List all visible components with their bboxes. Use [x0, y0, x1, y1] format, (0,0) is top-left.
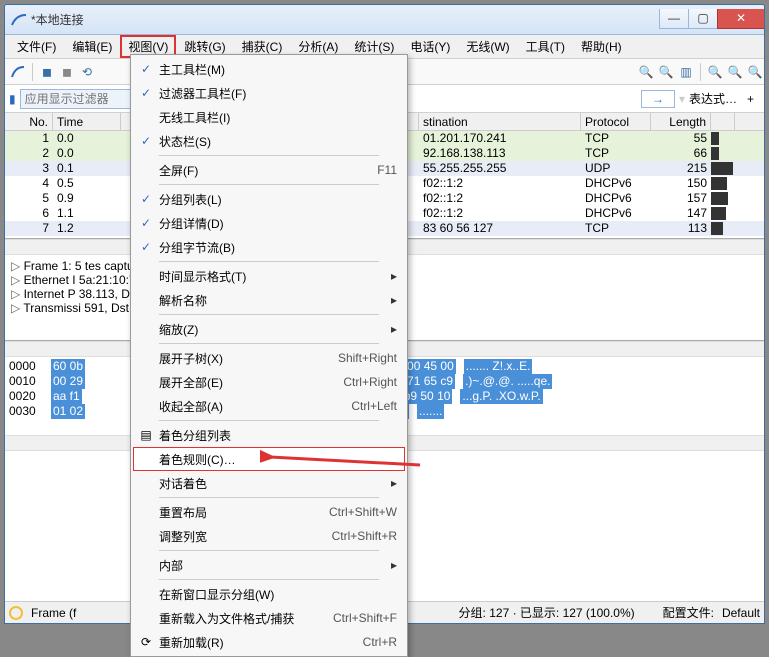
menu-telephony[interactable]: 电话(Y): [402, 35, 458, 58]
menu-zoom[interactable]: 缩放(Z)▸: [133, 317, 405, 341]
menu-main-toolbar[interactable]: ✓主工具栏(M): [133, 57, 405, 81]
capture-icon[interactable]: ◼: [38, 63, 56, 81]
columns-icon[interactable]: ▥: [677, 63, 695, 81]
stop-icon[interactable]: ◼: [58, 63, 76, 81]
col-time[interactable]: Time: [53, 113, 121, 130]
menu-expand-subtree[interactable]: 展开子树(X)Shift+Right: [133, 346, 405, 370]
menu-file[interactable]: 文件(F): [9, 35, 64, 58]
restart-icon[interactable]: ⟲: [78, 63, 96, 81]
menu-colorize-convo[interactable]: 对话着色▸: [133, 471, 405, 495]
menu-reload[interactable]: ⟳重新加载(R)Ctrl+R: [133, 630, 405, 654]
menu-fullscreen[interactable]: 全屏(F)F11: [133, 158, 405, 182]
menu-statusbar[interactable]: ✓状态栏(S): [133, 129, 405, 153]
apply-icon[interactable]: →: [641, 90, 675, 108]
menu-colorize-list[interactable]: ▤着色分组列表: [133, 423, 405, 447]
col-length[interactable]: Length: [651, 113, 711, 130]
menu-packet-bytes[interactable]: ✓分组字节流(B): [133, 235, 405, 259]
status-packets: 分组: 127 · 已显示: 127 (100.0%): [459, 604, 635, 621]
menu-edit[interactable]: 编辑(E): [64, 35, 120, 58]
col-proto[interactable]: Protocol: [581, 113, 651, 130]
menu-resolve[interactable]: 解析名称▸: [133, 288, 405, 312]
menu-time-format[interactable]: 时间显示格式(T)▸: [133, 264, 405, 288]
menu-packet-list[interactable]: ✓分组列表(L): [133, 187, 405, 211]
col-no[interactable]: No.: [5, 113, 53, 130]
menu-collapse-all[interactable]: 收起全部(A)Ctrl+Left: [133, 394, 405, 418]
minimize-button[interactable]: —: [659, 9, 689, 29]
maximize-button[interactable]: ▢: [688, 9, 718, 29]
profile-name[interactable]: Default: [722, 606, 760, 620]
view-menu-dropdown: ✓主工具栏(M) ✓过滤器工具栏(F) 无线工具栏(I) ✓状态栏(S) 全屏(…: [130, 54, 408, 657]
profile-label: 配置文件:: [663, 604, 714, 621]
menu-resize-cols[interactable]: 调整列宽Ctrl+Shift+R: [133, 524, 405, 548]
bookmark-icon[interactable]: ▮: [9, 92, 16, 106]
menu-reset-layout[interactable]: 重置布局Ctrl+Shift+W: [133, 500, 405, 524]
colorize-icon: ▤: [133, 428, 159, 442]
fin-icon[interactable]: [9, 63, 27, 81]
expert-icon[interactable]: [9, 606, 23, 620]
menu-tools[interactable]: 工具(T): [518, 35, 573, 58]
app-icon: [11, 12, 27, 28]
menu-reload-as[interactable]: 重新载入为文件格式/捕获Ctrl+Shift+F: [133, 606, 405, 630]
titlebar: *本地连接 — ▢ ✕: [5, 5, 764, 35]
menu-packet-details[interactable]: ✓分组详情(D): [133, 211, 405, 235]
menu-show-in-new[interactable]: 在新窗口显示分组(W): [133, 582, 405, 606]
menu-filter-toolbar[interactable]: ✓过滤器工具栏(F): [133, 81, 405, 105]
menu-wireless-toolbar[interactable]: 无线工具栏(I): [133, 105, 405, 129]
menu-help[interactable]: 帮助(H): [573, 35, 630, 58]
menu-internals[interactable]: 内部▸: [133, 553, 405, 577]
zoom3-icon[interactable]: 🔍: [746, 63, 764, 81]
menu-coloring-rules[interactable]: 着色规则(C)…: [133, 447, 405, 471]
col-dest[interactable]: stination: [419, 113, 581, 130]
zoom-out-icon[interactable]: 🔍: [657, 63, 675, 81]
reload-icon: ⟳: [133, 635, 159, 649]
expression-button[interactable]: 表达式…: [689, 90, 737, 107]
zoom2-icon[interactable]: 🔍: [726, 63, 744, 81]
status-frame: Frame (f: [31, 606, 76, 620]
close-button[interactable]: ✕: [717, 9, 765, 29]
zoom1-icon[interactable]: 🔍: [706, 63, 724, 81]
add-filter-icon[interactable]: +: [741, 92, 760, 106]
window-title: *本地连接: [31, 11, 84, 28]
menu-wireless[interactable]: 无线(W): [458, 35, 517, 58]
zoom-in-icon[interactable]: 🔍: [637, 63, 655, 81]
menu-expand-all[interactable]: 展开全部(E)Ctrl+Right: [133, 370, 405, 394]
